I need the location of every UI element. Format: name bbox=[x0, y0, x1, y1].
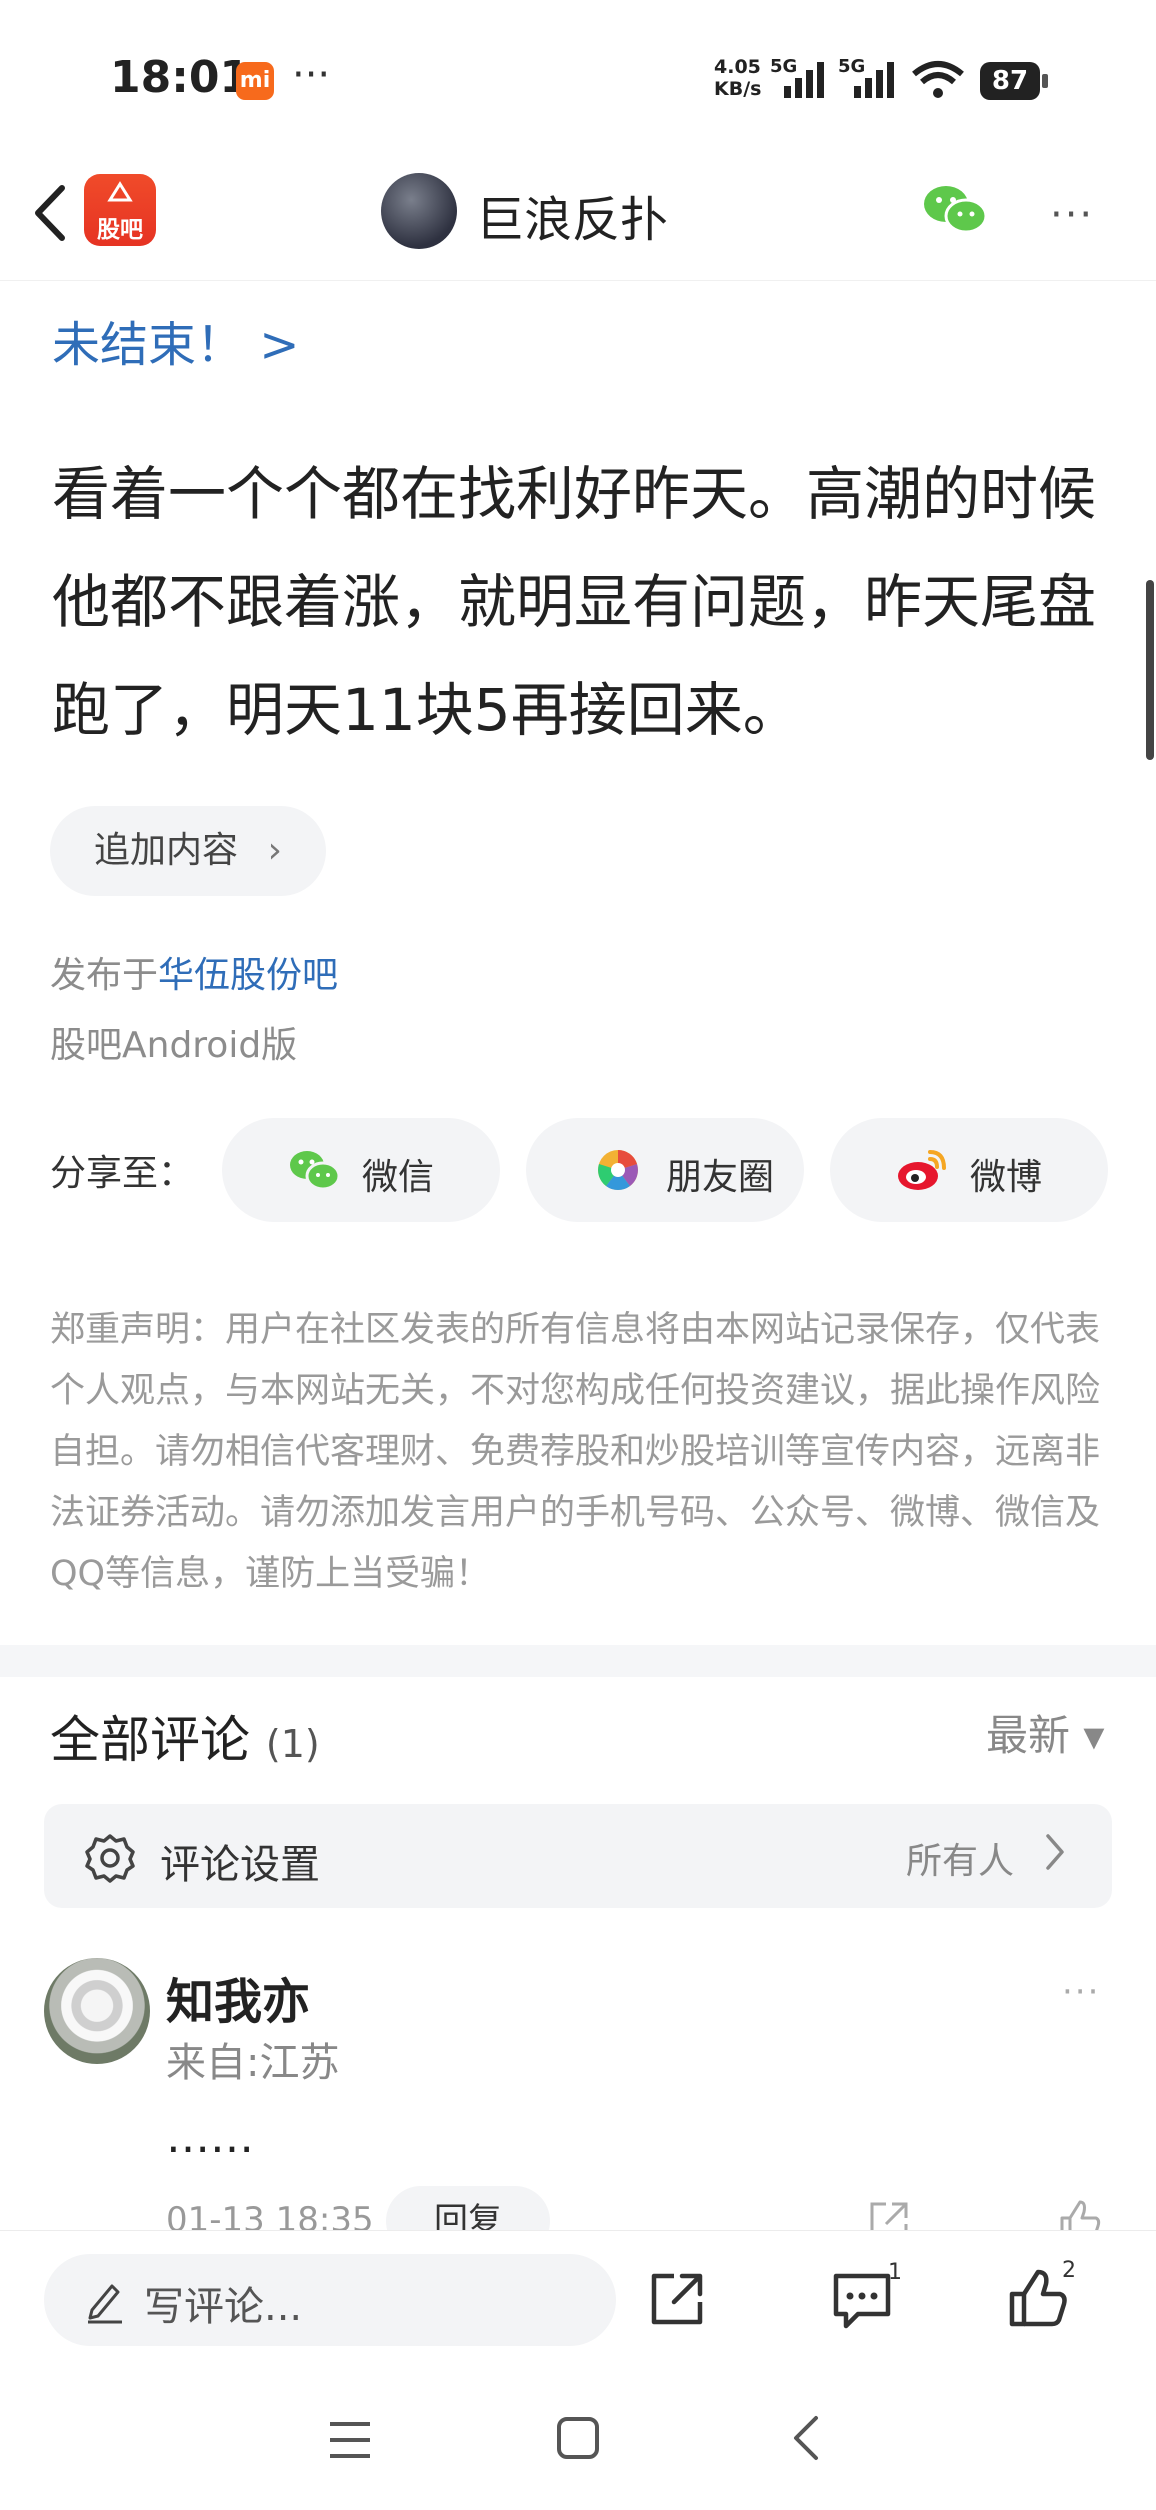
back-arrow-icon[interactable] bbox=[26, 178, 76, 248]
share-moments-label: 朋友圈 bbox=[666, 1157, 775, 1198]
commenter-avatar[interactable] bbox=[44, 1958, 150, 2064]
author-name[interactable]: 巨浪反扑 bbox=[476, 180, 668, 250]
nav-back-icon[interactable] bbox=[788, 2412, 824, 2464]
like-icon[interactable] bbox=[1006, 2266, 1070, 2330]
share-wechat-label: 微信 bbox=[362, 1157, 435, 1198]
more-notifications-icon: ··· bbox=[292, 52, 331, 98]
disclaimer-text: 郑重声明：用户在社区发表的所有信息将由本网站记录保存，仅代表个人观点，与本网站无… bbox=[50, 1310, 1101, 1594]
comment-icon[interactable] bbox=[830, 2270, 894, 2332]
home-icon[interactable] bbox=[554, 2414, 602, 2462]
commenter-location: 来自:江苏 bbox=[166, 2040, 340, 2086]
share-icon[interactable] bbox=[646, 2268, 708, 2330]
signal-icon-2 bbox=[854, 62, 894, 98]
sort-dropdown[interactable]: 最新 ▾ bbox=[986, 1702, 1104, 1763]
comment-settings-value: 所有人 bbox=[906, 1841, 1015, 1882]
bar-link[interactable]: 华伍股份吧 bbox=[158, 955, 338, 996]
battery-icon: 87 bbox=[980, 62, 1048, 100]
published-prefix: 发布于 bbox=[50, 955, 159, 996]
like-count-badge: 2 bbox=[1062, 2258, 1076, 2283]
network-speed-unit: KB/s bbox=[714, 78, 762, 100]
comment-text: …… bbox=[166, 2112, 254, 2163]
append-content-label: 追加内容 bbox=[94, 830, 239, 871]
weibo-icon bbox=[898, 1150, 946, 1190]
commenter-name[interactable]: 知我亦 bbox=[166, 1962, 310, 2032]
comment-count-badge: 1 bbox=[888, 2260, 902, 2285]
chevron-right-icon: › bbox=[267, 830, 282, 871]
linked-article-title[interactable]: 未结束！ > bbox=[52, 305, 299, 375]
network-speed: 4.05 KB/s bbox=[714, 56, 761, 100]
chevron-right-icon bbox=[1046, 1834, 1064, 1870]
client-version: 股吧Android版 bbox=[50, 1025, 298, 1066]
guba-app-logo[interactable]: 股吧 bbox=[84, 174, 156, 246]
signal-icon-1 bbox=[784, 62, 824, 98]
menu-icon[interactable] bbox=[326, 2418, 374, 2462]
append-content-button[interactable]: 追加内容 › bbox=[50, 806, 326, 896]
write-comment-placeholder: 写评论... bbox=[144, 2284, 303, 2330]
wechat-icon[interactable] bbox=[922, 182, 988, 238]
status-time: 18:01 bbox=[110, 52, 251, 103]
more-options-icon[interactable]: ··· bbox=[1050, 192, 1094, 238]
section-divider bbox=[0, 1645, 1156, 1677]
logo-mark-icon bbox=[107, 181, 133, 202]
author-avatar[interactable] bbox=[381, 173, 457, 249]
share-weibo-button[interactable]: 微博 bbox=[830, 1118, 1108, 1222]
status-bar: 18:01 mi ··· 4.05 KB/s 5G 5G 87 bbox=[0, 0, 1156, 160]
gear-icon bbox=[85, 1834, 135, 1883]
comment-more-icon[interactable]: ··· bbox=[1062, 1972, 1100, 2012]
comments-heading: 全部评论 (1) bbox=[50, 1700, 320, 1772]
comment-settings-label: 评论设置 bbox=[160, 1842, 320, 1888]
comments-count: (1) bbox=[265, 1722, 320, 1766]
share-label: 分享至： bbox=[50, 1153, 195, 1194]
scrollbar[interactable] bbox=[1146, 580, 1154, 760]
comments-title: 全部评论 bbox=[50, 1711, 250, 1769]
wechat-icon bbox=[290, 1151, 340, 1191]
post-body: 看着一个个都在找利好昨天。高潮的时候他都不跟着涨，就明显有问题，昨天尾盘跑了，明… bbox=[52, 460, 1097, 744]
app-logo-label: 股吧 bbox=[97, 217, 143, 243]
published-in: 发布于华伍股份吧 bbox=[50, 946, 338, 998]
share-wechat-button[interactable]: 微信 bbox=[222, 1118, 500, 1222]
network-speed-value: 4.05 bbox=[714, 56, 761, 78]
wifi-icon bbox=[912, 61, 964, 98]
share-moments-button[interactable]: 朋友圈 bbox=[526, 1118, 804, 1222]
write-comment-input[interactable] bbox=[44, 2254, 616, 2346]
mi-notification-icon: mi bbox=[236, 62, 274, 100]
moments-icon bbox=[598, 1150, 638, 1190]
pencil-icon bbox=[88, 2284, 122, 2324]
share-weibo-label: 微博 bbox=[970, 1157, 1043, 1198]
